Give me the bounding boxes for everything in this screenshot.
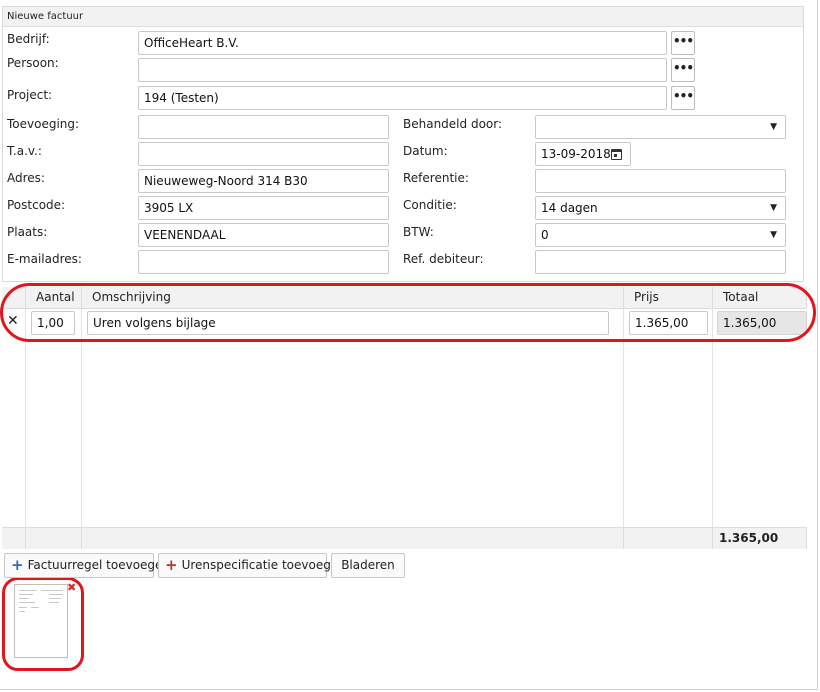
grid-column-divider	[623, 309, 624, 527]
toevoeging-label: Toevoeging:	[7, 117, 80, 131]
tav-input[interactable]	[138, 142, 389, 166]
thumbnail-line	[19, 598, 29, 599]
plaats-label: Plaats:	[7, 225, 48, 239]
add-factuurregel-label: Factuurregel toevoegen	[27, 558, 171, 572]
grid-footer-cell	[82, 527, 624, 549]
grid-header-totaal: Totaal	[713, 287, 807, 309]
persoon-browse-button[interactable]: •••	[671, 58, 695, 82]
grid-footer-cell	[2, 527, 26, 549]
toevoeging-input[interactable]	[138, 115, 389, 139]
btw-select[interactable]: 0 ▼	[535, 223, 786, 247]
add-urenspecificatie-label: Urenspecificatie toevoegen	[181, 558, 346, 572]
remove-attachment-icon[interactable]: ✖	[67, 582, 76, 594]
omschrijving-input[interactable]: Uren volgens bijlage	[87, 311, 609, 335]
grid-footer-cell	[26, 527, 82, 549]
thumbnail-line	[19, 611, 25, 612]
grid-footer-cell	[624, 527, 713, 549]
grid-column-divider	[25, 309, 26, 527]
grid-header-aantal: Aantal	[26, 287, 82, 309]
plaats-input[interactable]: VEENENDAAL	[138, 223, 389, 247]
conditie-label: Conditie:	[403, 198, 457, 212]
datum-input[interactable]: 13-09-2018	[535, 142, 631, 166]
prijs-input[interactable]: 1.365,00	[629, 311, 708, 335]
btw-label: BTW:	[403, 225, 434, 239]
grid-header-delete	[2, 287, 26, 309]
chevron-down-icon: ▼	[770, 203, 777, 213]
project-input[interactable]: 194 (Testen)	[138, 86, 667, 110]
panel-title: Nieuwe factuur	[3, 7, 803, 27]
thumbnail-line	[19, 594, 33, 595]
grid-header-omschrijving: Omschrijving	[82, 287, 624, 309]
ref-debiteur-input[interactable]	[535, 250, 786, 274]
email-label: E-mailadres:	[7, 252, 82, 266]
thumbnail-line	[31, 607, 39, 608]
adres-input[interactable]: Nieuweweg-Noord 314 B30	[138, 169, 389, 193]
bedrijf-input[interactable]: OfficeHeart B.V.	[138, 31, 667, 55]
add-factuurregel-button[interactable]: + Factuurregel toevoegen	[4, 553, 170, 578]
grid-column-divider	[712, 309, 713, 527]
chevron-down-icon: ▼	[770, 230, 777, 240]
thumbnail-line	[19, 590, 37, 591]
thumbnail-line	[49, 602, 59, 603]
chevron-down-icon: ▼	[770, 122, 777, 132]
project-label: Project:	[7, 88, 53, 102]
datum-value: 13-09-2018	[541, 147, 611, 161]
project-browse-button[interactable]: •••	[671, 86, 695, 110]
ref-debiteur-label: Ref. debiteur:	[403, 252, 484, 266]
thumbnail-line	[49, 594, 63, 595]
add-urenspecificatie-button[interactable]: + Urenspecificatie toevoegen	[158, 553, 346, 578]
bladeren-button[interactable]: Bladeren	[331, 553, 405, 578]
grid-header-prijs: Prijs	[624, 287, 713, 309]
tav-label: T.a.v.:	[7, 144, 42, 158]
thumbnail-line	[41, 590, 63, 591]
totaal-value: 1.365,00	[717, 311, 807, 335]
persoon-label: Persoon:	[7, 56, 59, 70]
datum-label: Datum:	[403, 144, 448, 158]
conditie-select[interactable]: 14 dagen ▼	[535, 196, 786, 220]
thumbnail-line	[49, 598, 61, 599]
grid-footer-total: 1.365,00	[713, 527, 807, 549]
persoon-input[interactable]	[138, 58, 667, 82]
postcode-label: Postcode:	[7, 198, 66, 212]
btw-value: 0	[541, 228, 549, 242]
thumbnail-line	[19, 602, 35, 603]
aantal-input[interactable]: 1,00	[31, 311, 75, 335]
behandeld-door-select[interactable]: ▼	[535, 115, 786, 139]
bedrijf-browse-button[interactable]: •••	[671, 31, 695, 55]
bedrijf-label: Bedrijf:	[7, 32, 50, 46]
thumbnail-line	[19, 607, 27, 608]
postcode-input[interactable]: 3905 LX	[138, 196, 389, 220]
attachment-thumbnail[interactable]	[14, 584, 68, 658]
behandeld-door-label: Behandeld door:	[403, 117, 503, 131]
calendar-icon[interactable]	[611, 149, 622, 160]
delete-row-icon[interactable]: ✕	[7, 313, 19, 329]
grid-column-divider	[81, 309, 82, 527]
adres-label: Adres:	[7, 171, 45, 185]
plus-icon: +	[11, 556, 24, 574]
conditie-value: 14 dagen	[541, 201, 598, 215]
plus-icon: +	[165, 556, 178, 574]
referentie-label: Referentie:	[403, 171, 469, 185]
email-input[interactable]	[138, 250, 389, 274]
referentie-input[interactable]	[535, 169, 786, 193]
